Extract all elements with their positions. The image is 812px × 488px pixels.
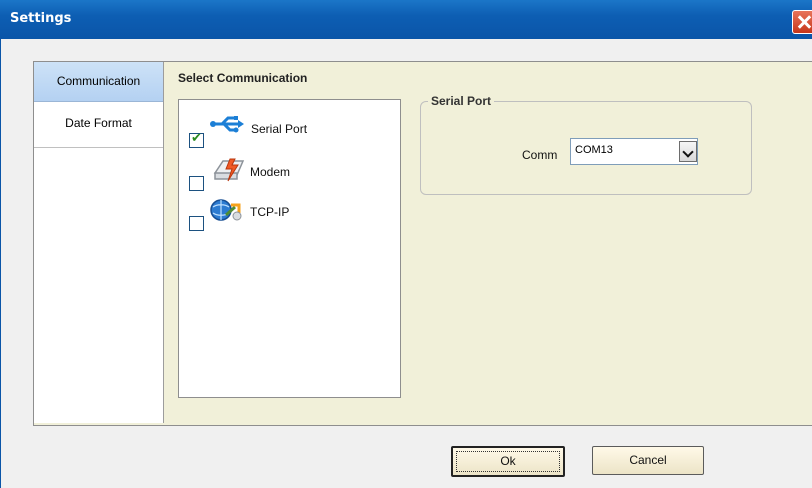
- usb-icon: [208, 116, 246, 140]
- comm-label: Comm: [522, 148, 558, 162]
- comm-port-value: COM13: [575, 144, 613, 156]
- chevron-down-icon[interactable]: [679, 141, 697, 162]
- tcp-ip-checkbox[interactable]: [189, 216, 204, 231]
- modem-icon: [213, 155, 247, 187]
- serial-port-label: Serial Port: [251, 122, 308, 136]
- window-title: Settings: [10, 11, 72, 26]
- focus-ring: [456, 451, 560, 472]
- cancel-button[interactable]: Cancel: [592, 446, 704, 475]
- comm-port-select[interactable]: COM13: [570, 138, 698, 165]
- close-icon[interactable]: [792, 10, 812, 34]
- settings-tabs: Communication Date Format: [34, 62, 164, 423]
- serial-port-legend: Serial Port: [428, 94, 495, 108]
- serial-port-checkbox[interactable]: [189, 131, 204, 148]
- network-icon: [209, 198, 247, 228]
- tab-date-format[interactable]: Date Format: [34, 103, 163, 148]
- tcp-ip-label: TCP-IP: [250, 205, 290, 219]
- ok-button[interactable]: Ok: [451, 446, 565, 477]
- tab-communication[interactable]: Communication: [34, 62, 163, 102]
- title-bar: Settings: [0, 0, 812, 39]
- modem-label: Modem: [250, 165, 291, 179]
- modem-checkbox[interactable]: [189, 176, 204, 191]
- select-communication-heading: Select Communication: [178, 71, 308, 85]
- communication-options-list: [178, 99, 401, 398]
